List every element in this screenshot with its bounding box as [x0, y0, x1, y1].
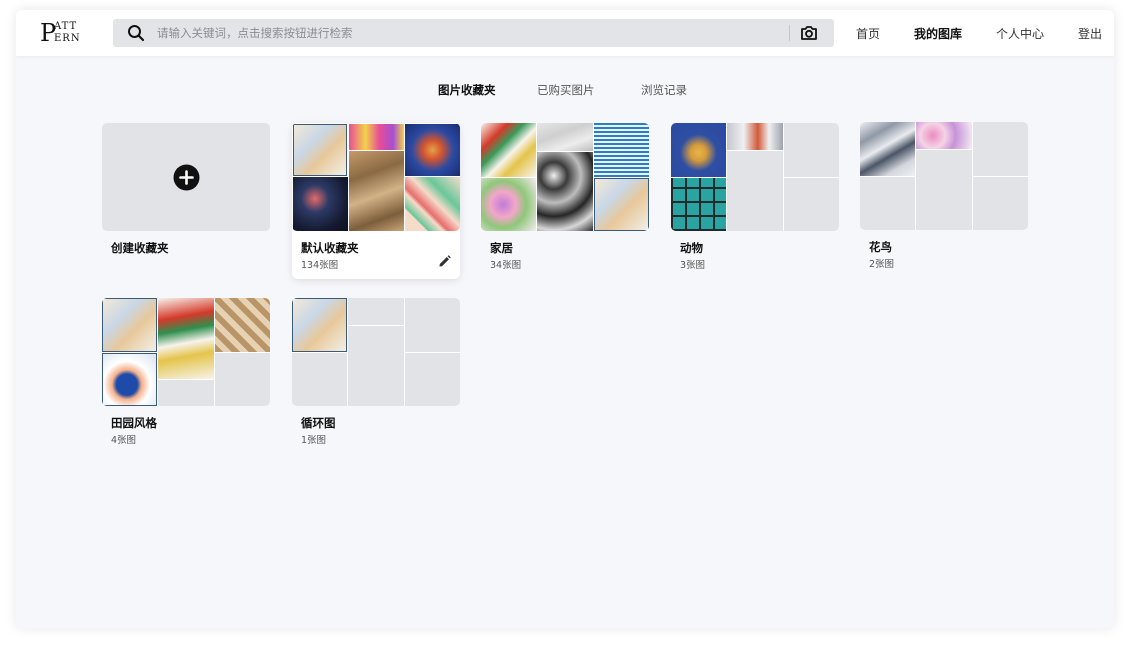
pencil-icon[interactable] — [438, 255, 451, 268]
thumbnail-placeholder — [405, 353, 460, 406]
nav-profile[interactable]: 个人中心 — [996, 25, 1044, 42]
thumbnail-image[interactable] — [405, 124, 460, 176]
folder-thumbnail-mosaic[interactable] — [481, 123, 649, 231]
thumbnail-placeholder — [784, 123, 839, 177]
folder-thumbnail-mosaic[interactable] — [671, 123, 839, 231]
folder-title[interactable]: 默认收藏夹 — [301, 240, 359, 256]
nav-logout[interactable]: 登出 — [1078, 25, 1102, 42]
folder-card-pastoral[interactable]: 田园风格 4张图 — [102, 298, 270, 446]
folder-thumbnail-mosaic[interactable] — [102, 298, 270, 406]
thumbnail-image[interactable] — [481, 178, 536, 231]
thumbnail-image[interactable] — [481, 123, 536, 177]
app-window: P ATT ERN 首页 我的图库 个人中心 登出 图片收藏夹 已购买图片 浏览… — [16, 10, 1114, 628]
folder-title[interactable]: 花鸟 — [869, 239, 892, 255]
folder-count: 1张图 — [301, 435, 327, 446]
camera-icon[interactable] — [799, 23, 819, 43]
folder-count: 34张图 — [490, 260, 522, 271]
nav-home[interactable]: 首页 — [856, 25, 880, 42]
tab-purchased[interactable]: 已购买图片 — [537, 82, 595, 98]
thumbnail-image[interactable] — [671, 123, 726, 177]
thumbnail-placeholder — [916, 150, 972, 230]
plus-circle-icon[interactable] — [173, 164, 200, 191]
thumbnail-image[interactable] — [102, 298, 157, 352]
create-folder-card[interactable]: 创建收藏夹 — [102, 123, 270, 263]
thumbnail-image[interactable] — [594, 178, 649, 231]
search-icon[interactable] — [127, 24, 145, 42]
thumbnail-image[interactable] — [158, 298, 214, 379]
tab-history[interactable]: 浏览记录 — [641, 82, 687, 98]
create-folder-label[interactable]: 创建收藏夹 — [111, 240, 169, 256]
thumbnail-placeholder — [158, 380, 214, 406]
create-folder-box[interactable] — [102, 123, 270, 231]
thumbnail-placeholder — [348, 298, 404, 325]
tab-favorites[interactable]: 图片收藏夹 — [438, 82, 496, 98]
folder-count: 134张图 — [301, 260, 339, 271]
thumbnail-placeholder — [405, 298, 460, 352]
thumbnail-placeholder — [215, 353, 270, 406]
thumbnail-image[interactable] — [916, 122, 972, 149]
thumbnail-placeholder — [348, 326, 404, 406]
thumbnail-image[interactable] — [215, 298, 270, 352]
folder-count: 4张图 — [111, 435, 137, 446]
thumbnail-placeholder — [292, 353, 347, 406]
folder-title[interactable]: 循环图 — [301, 415, 336, 431]
thumbnail-placeholder — [973, 122, 1028, 176]
thumbnail-image[interactable] — [349, 151, 404, 231]
thumbnail-placeholder — [727, 151, 783, 231]
folder-card-home[interactable]: 家居 34张图 — [481, 123, 649, 271]
folder-count: 3张图 — [680, 260, 706, 271]
logo-line-1: ATT — [54, 21, 78, 32]
pattern-logo[interactable]: P ATT ERN — [40, 20, 92, 46]
thumbnail-image[interactable] — [293, 177, 348, 231]
thumbnail-image[interactable] — [537, 152, 593, 231]
top-header: P ATT ERN 首页 我的图库 个人中心 登出 — [16, 10, 1114, 56]
thumbnail-image[interactable] — [405, 177, 460, 231]
thumbnail-image[interactable] — [293, 124, 347, 176]
folder-count: 2张图 — [869, 259, 895, 270]
search-bar — [113, 19, 834, 47]
thumbnail-image[interactable] — [349, 124, 404, 150]
folder-thumbnail-mosaic[interactable] — [292, 298, 460, 406]
thumbnail-image[interactable] — [727, 123, 783, 150]
thumbnail-image[interactable] — [292, 298, 347, 352]
folder-card-flowers-birds[interactable]: 花鸟 2张图 — [860, 122, 1028, 270]
folder-thumbnail-mosaic[interactable] — [860, 122, 1028, 230]
nav-my-gallery[interactable]: 我的图库 — [914, 25, 962, 42]
thumbnail-image[interactable] — [537, 123, 593, 151]
thumbnail-image[interactable] — [594, 123, 649, 177]
search-divider — [789, 25, 790, 41]
thumbnail-placeholder — [784, 178, 839, 231]
folder-card-repeat[interactable]: 循环图 1张图 — [292, 298, 460, 446]
folder-card-default[interactable]: 默认收藏夹 134张图 — [292, 123, 460, 279]
thumbnail-placeholder — [973, 177, 1028, 230]
folder-title[interactable]: 田园风格 — [111, 415, 157, 431]
folder-card-animals[interactable]: 动物 3张图 — [671, 123, 839, 271]
search-input[interactable] — [157, 19, 777, 47]
thumbnail-image[interactable] — [102, 353, 157, 406]
folder-title[interactable]: 家居 — [490, 240, 513, 256]
thumbnail-image[interactable] — [860, 122, 915, 176]
thumbnail-image[interactable] — [671, 178, 726, 231]
folder-thumbnail-mosaic[interactable] — [292, 123, 460, 231]
logo-line-2: ERN — [54, 33, 81, 44]
folder-title[interactable]: 动物 — [680, 240, 703, 256]
thumbnail-placeholder — [860, 177, 915, 230]
